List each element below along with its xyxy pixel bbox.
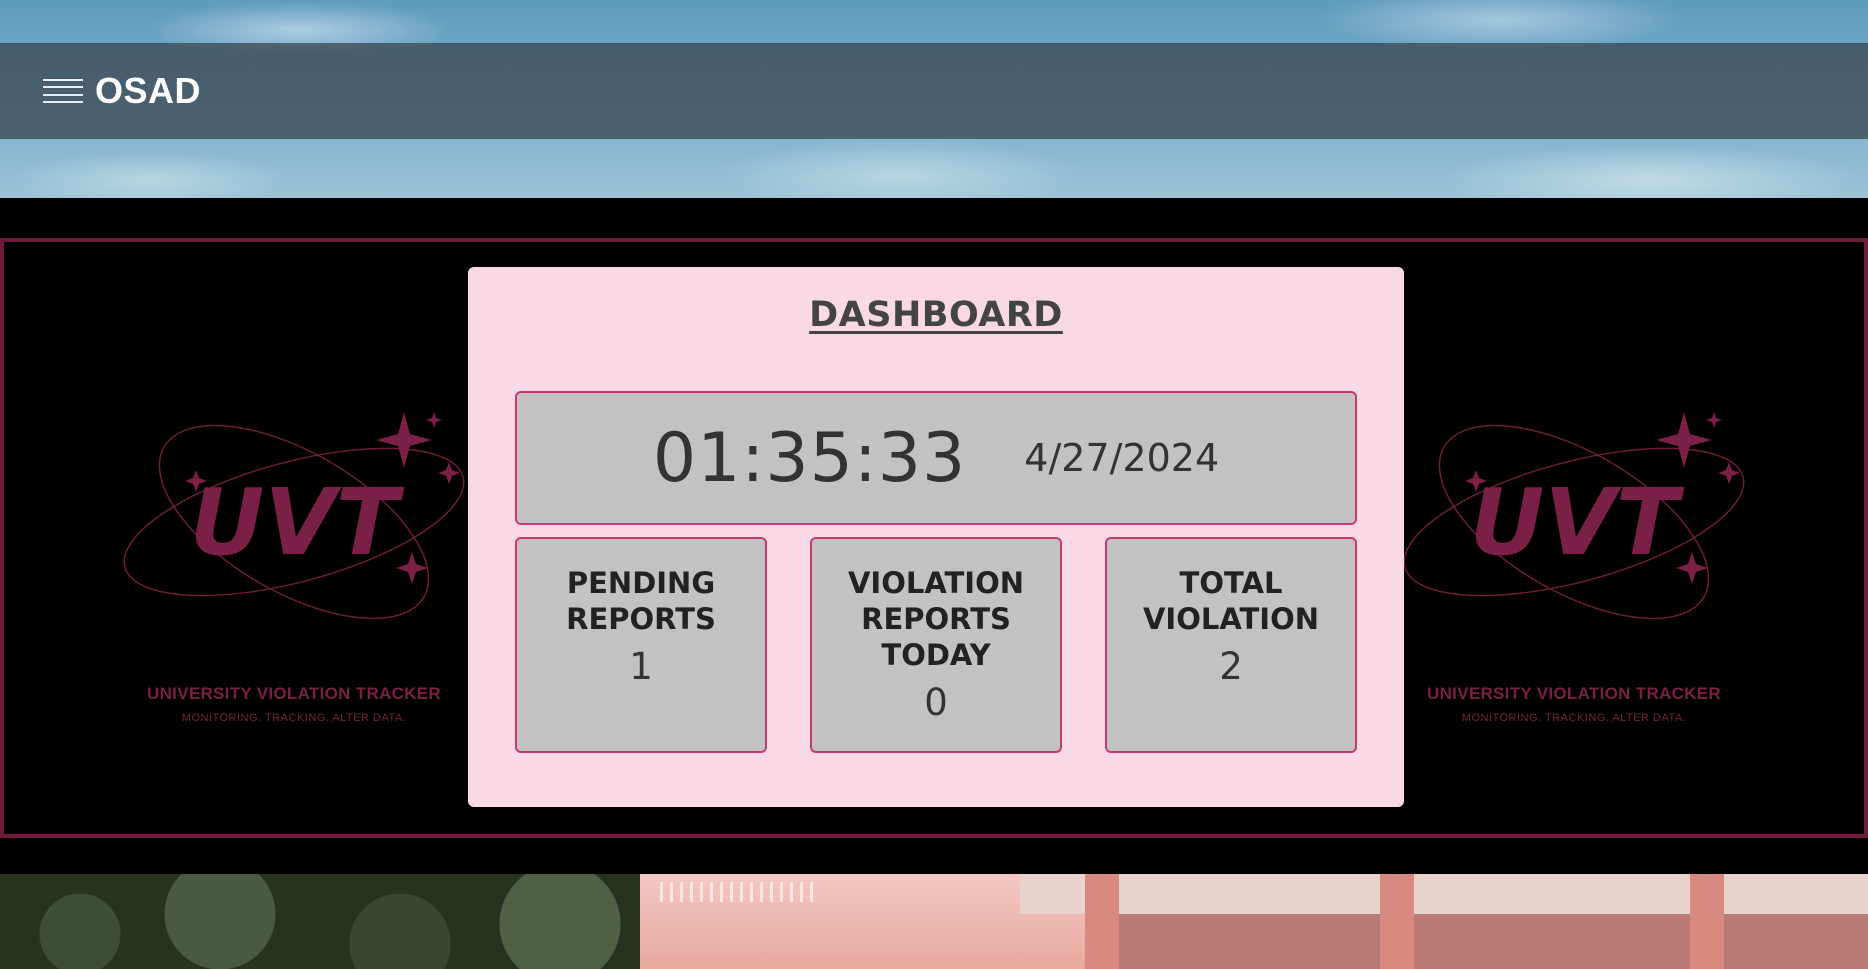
stat-pending-reports[interactable]: PENDING REPORTS 1 — [515, 537, 767, 753]
stat-label: TOTAL VIOLATION — [1142, 566, 1320, 636]
brand-title: OSAD — [95, 70, 202, 111]
logo-tagline: MONITORING. TRACKING. ALTER DATA. — [181, 712, 407, 724]
uvt-logo-graphic: UVT — [1403, 412, 1745, 620]
logo-title: UNIVERSITY VIOLATION TRACKER — [1427, 684, 1721, 703]
stat-total-violation[interactable]: TOTAL VIOLATION 2 — [1105, 537, 1357, 753]
uvt-logo-graphic: UVT — [123, 412, 465, 620]
stat-label: VIOLATION REPORTS TODAY — [847, 566, 1025, 672]
page: OSAD UVT UNIVERSITY VIOLATION TRACKER MO… — [0, 0, 1868, 969]
top-navbar: OSAD — [0, 43, 1868, 139]
stat-violation-reports-today[interactable]: VIOLATION REPORTS TODAY 0 — [810, 537, 1062, 753]
stat-value: 0 — [924, 681, 948, 724]
current-date: 4/27/2024 — [1024, 436, 1220, 480]
dashboard-title: DASHBOARD — [809, 295, 1063, 335]
logo-title: UNIVERSITY VIOLATION TRACKER — [147, 684, 441, 703]
stat-value: 1 — [629, 645, 653, 688]
svg-text:UVT: UVT — [1470, 469, 1685, 576]
clock-panel: 01:35:33 4/27/2024 — [515, 391, 1357, 525]
dashboard-card: DASHBOARD 01:35:33 4/27/2024 PENDING REP… — [468, 267, 1404, 807]
stat-value: 2 — [1219, 645, 1243, 688]
uvt-logo-right: UVT UNIVERSITY VIOLATION TRACKER MONITOR… — [1384, 372, 1764, 724]
logo-tagline: MONITORING. TRACKING. ALTER DATA. — [1461, 712, 1687, 724]
uvt-logo-left: UVT UNIVERSITY VIOLATION TRACKER MONITOR… — [104, 372, 484, 724]
stat-label: PENDING REPORTS — [566, 566, 716, 636]
campus-building-image — [0, 874, 1868, 969]
svg-text:UVT: UVT — [190, 469, 405, 576]
current-time: 01:35:33 — [652, 418, 967, 498]
hamburger-menu-icon[interactable] — [43, 79, 83, 103]
